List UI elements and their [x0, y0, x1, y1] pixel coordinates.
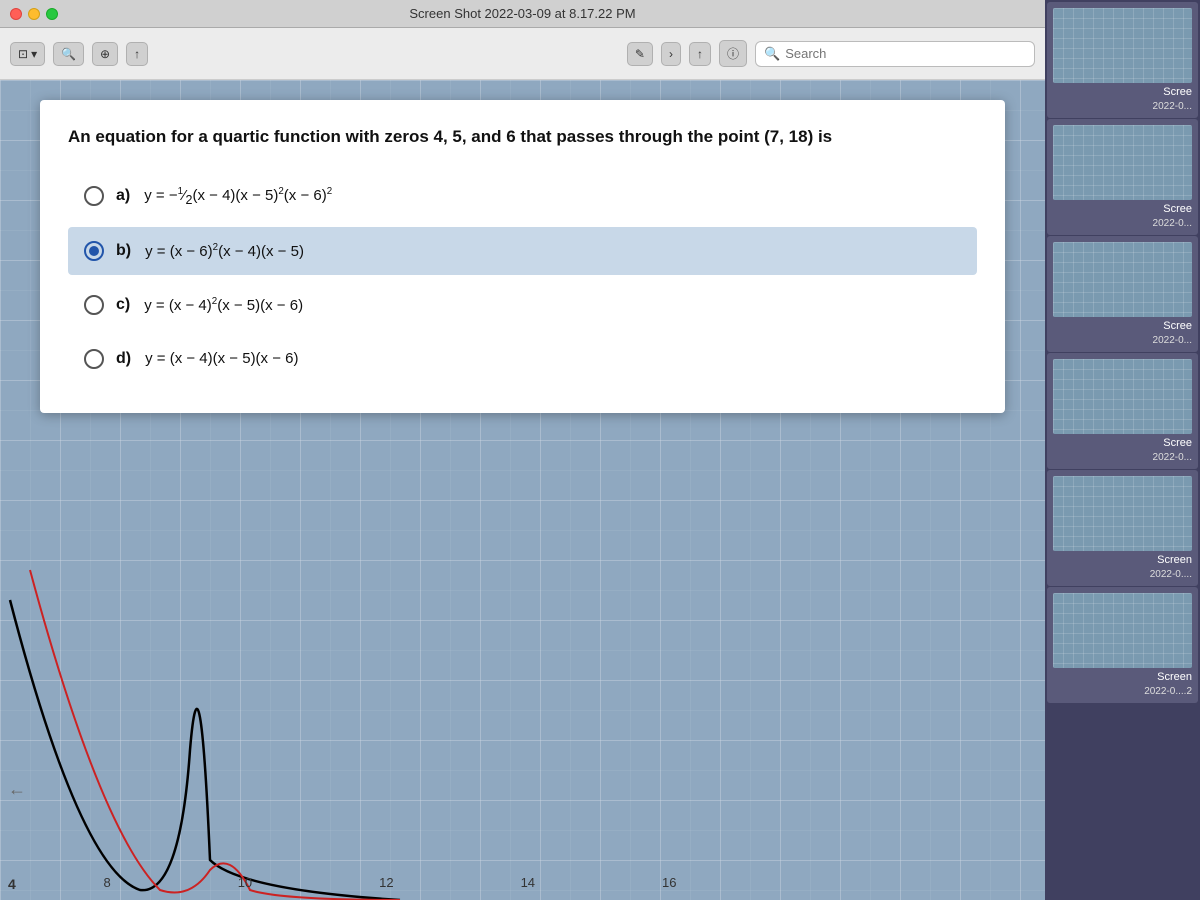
axis-label-10: 10 [238, 875, 252, 890]
zoom-in-button[interactable]: ⊕ [92, 42, 118, 66]
search-icon: 🔍 [764, 46, 780, 62]
search-input[interactable] [785, 46, 1026, 61]
thumb-preview-3 [1053, 242, 1192, 317]
left-axis-label: 4 [8, 876, 16, 892]
zoom-in-icon: ⊕ [100, 47, 110, 61]
axis-label-8: 8 [103, 875, 110, 890]
option-c[interactable]: c) y = (x − 4)2(x − 5)(x − 6) [68, 281, 977, 329]
radio-c[interactable] [84, 295, 104, 315]
radio-a[interactable] [84, 186, 104, 206]
minimize-button[interactable] [28, 8, 40, 20]
axis-labels: 8 10 12 14 16 [0, 875, 780, 890]
option-b[interactable]: b) y = (x − 6)2(x − 4)(x − 5) [68, 227, 977, 275]
graph-area: An equation for a quartic function with … [0, 80, 1045, 900]
option-a[interactable]: a) y = −1⁄2(x − 4)(x − 5)2(x − 6)2 [68, 172, 977, 221]
sidebar-thumb-4[interactable]: Scree 2022-0... [1047, 353, 1198, 469]
sidebar-toggle-button[interactable]: ⊡ ▾ [10, 42, 45, 66]
option-b-math: y = (x − 6)2(x − 4)(x − 5) [145, 242, 304, 260]
thumb-label-main-1: Scree [1163, 86, 1192, 98]
thumb-preview-1 [1053, 8, 1192, 83]
sidebar-thumb-6[interactable]: Screen 2022-0....2 [1047, 587, 1198, 703]
option-c-math: y = (x − 4)2(x − 5)(x − 6) [144, 296, 303, 314]
option-d[interactable]: d) y = (x − 4)(x − 5)(x − 6) [68, 335, 977, 383]
axis-label-12: 12 [379, 875, 393, 890]
sidebar-thumb-2[interactable]: Scree 2022-0... [1047, 119, 1198, 235]
radio-d[interactable] [84, 349, 104, 369]
pencil-icon: ✎ [635, 47, 645, 61]
thumb-sublabel-4: 2022-0... [1053, 452, 1192, 463]
option-d-label: d) [116, 350, 131, 368]
option-d-math: y = (x − 4)(x − 5)(x − 6) [145, 350, 298, 367]
info-button[interactable]: ⓘ [719, 40, 747, 67]
thumb-preview-6 [1053, 593, 1192, 668]
chevron-down-icon: ▾ [31, 47, 37, 61]
thumb-sublabel-5: 2022-0.... [1053, 569, 1192, 580]
radio-b[interactable] [84, 241, 104, 261]
thumb-label-main-5: Screen [1157, 554, 1192, 566]
chevron-button[interactable]: › [661, 42, 681, 66]
thumb-preview-2 [1053, 125, 1192, 200]
search-bar[interactable]: 🔍 [755, 41, 1035, 67]
thumb-sublabel-2: 2022-0... [1053, 218, 1192, 229]
axis-label-16: 16 [662, 875, 676, 890]
thumb-label-main-2: Scree [1163, 203, 1192, 215]
zoom-out-button[interactable]: 🔍 [53, 42, 84, 66]
sidebar-thumb-1[interactable]: Scree 2022-0... [1047, 2, 1198, 118]
axis-label-14: 14 [521, 875, 535, 890]
sidebar-thumb-3[interactable]: Scree 2022-0... [1047, 236, 1198, 352]
info-icon: ⓘ [727, 45, 739, 62]
option-c-label: c) [116, 296, 130, 314]
arrow-icon: ↑ [697, 47, 703, 61]
sidebar-thumb-5[interactable]: Screen 2022-0.... [1047, 470, 1198, 586]
zoom-out-icon: 🔍 [61, 47, 76, 61]
thumb-preview-5 [1053, 476, 1192, 551]
toolbar: ⊡ ▾ 🔍 ⊕ ↑ ✎ › ↑ ⓘ 🔍 [0, 28, 1045, 80]
thumb-sublabel-6: 2022-0....2 [1053, 686, 1192, 697]
share-button[interactable]: ↑ [126, 42, 148, 66]
window-title: Screen Shot 2022-03-09 at 8.17.22 PM [409, 6, 635, 21]
option-a-label: a) [116, 187, 130, 205]
left-arrow-icon: ← [8, 779, 26, 800]
option-b-label: b) [116, 242, 131, 260]
maximize-button[interactable] [46, 8, 58, 20]
traffic-lights [10, 8, 58, 20]
right-sidebar: Scree 2022-0... Scree 2022-0... Scree 20… [1045, 0, 1200, 900]
thumb-label-main-4: Scree [1163, 437, 1192, 449]
edit-button[interactable]: ✎ [627, 42, 653, 66]
question-text: An equation for a quartic function with … [68, 124, 977, 150]
graph-curves [0, 550, 780, 900]
share-icon: ↑ [134, 47, 140, 61]
sidebar-icon: ⊡ [18, 47, 28, 61]
action-button[interactable]: ↑ [689, 42, 711, 66]
option-a-math: y = −1⁄2(x − 4)(x − 5)2(x − 6)2 [144, 186, 332, 207]
thumb-sublabel-1: 2022-0... [1053, 101, 1192, 112]
close-button[interactable] [10, 8, 22, 20]
thumb-label-main-6: Screen [1157, 671, 1192, 683]
title-bar: Screen Shot 2022-03-09 at 8.17.22 PM [0, 0, 1045, 28]
quiz-overlay: An equation for a quartic function with … [40, 100, 1005, 413]
thumb-label-main-3: Scree [1163, 320, 1192, 332]
thumb-sublabel-3: 2022-0... [1053, 335, 1192, 346]
chevron-icon: › [669, 47, 673, 61]
thumb-preview-4 [1053, 359, 1192, 434]
